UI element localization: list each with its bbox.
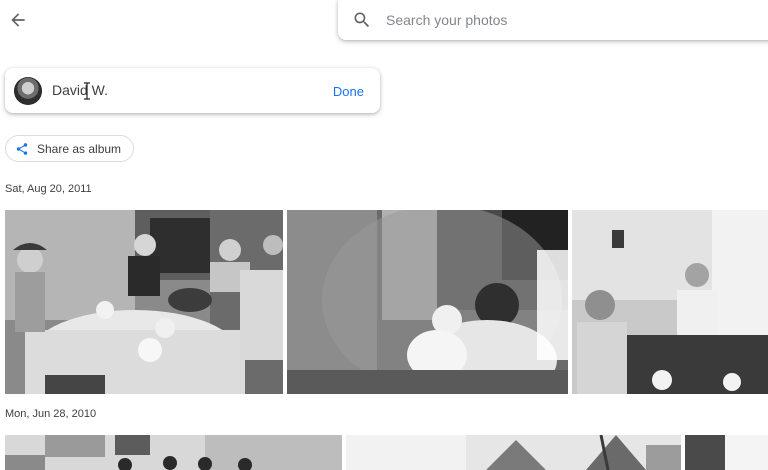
person-name-field[interactable]: David W.	[52, 82, 108, 98]
photo-thumbnail[interactable]	[685, 435, 768, 470]
search-icon[interactable]	[352, 10, 372, 30]
share-as-album-button[interactable]: Share as album	[5, 135, 135, 162]
photo-thumbnail[interactable]	[5, 210, 283, 394]
arrow-back-icon	[11, 13, 25, 27]
date-group-label: Mon, Jun 28, 2010	[5, 408, 97, 420]
search-input[interactable]	[384, 11, 748, 29]
avatar[interactable]	[14, 77, 42, 105]
done-button[interactable]: Done	[333, 84, 364, 99]
search-bar[interactable]	[338, 0, 768, 40]
person-name-card: David W. Done	[5, 68, 380, 113]
photo-thumbnail[interactable]	[346, 435, 681, 470]
date-group-label: Sat, Aug 20, 2011	[5, 183, 92, 195]
share-icon	[16, 142, 28, 155]
back-button[interactable]	[4, 6, 32, 34]
photo-thumbnail[interactable]	[5, 435, 342, 470]
text-cursor-icon	[84, 82, 90, 100]
photo-thumbnail[interactable]	[572, 210, 768, 394]
share-as-album-label: Share as album	[37, 141, 122, 156]
photo-thumbnail[interactable]	[287, 210, 568, 394]
